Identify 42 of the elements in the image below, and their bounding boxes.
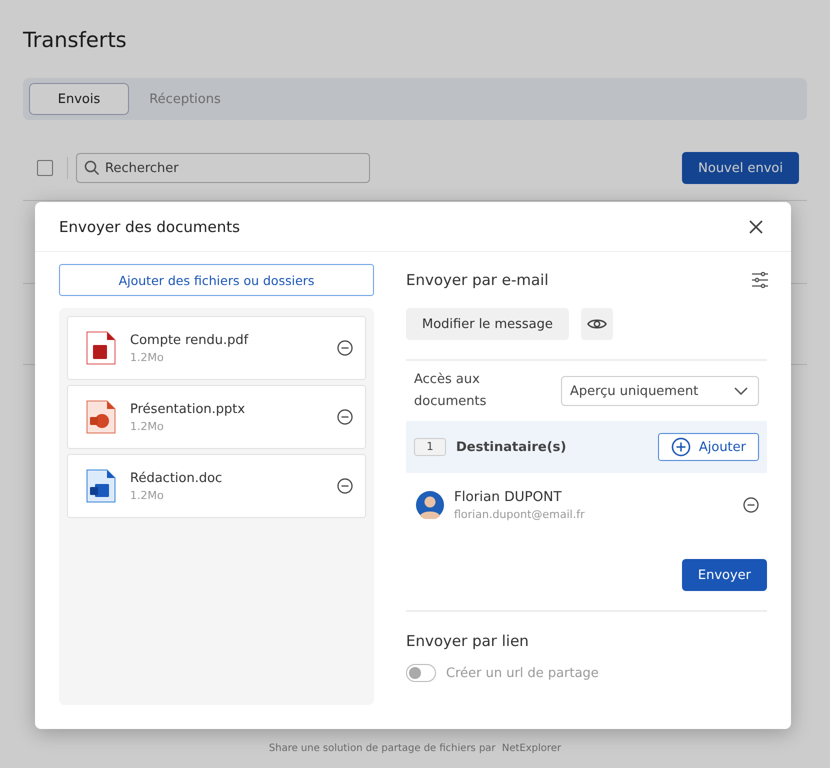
eye-icon xyxy=(586,317,607,331)
edit-message-button[interactable]: Modifier le message xyxy=(406,308,569,340)
page-title: Transferts xyxy=(23,28,128,52)
file-size: 1.2Mo xyxy=(130,420,165,432)
search-icon xyxy=(84,160,100,176)
file-icon xyxy=(86,400,116,434)
preview-button[interactable] xyxy=(580,308,613,340)
recipients-label: Destinataire(s) xyxy=(456,440,568,454)
add-recipient-button[interactable]: Ajouter xyxy=(658,433,759,461)
toggle-label: Créer un url de partage xyxy=(446,666,599,680)
settings-icon[interactable] xyxy=(751,272,769,288)
recipient-email: florian.dupont@email.fr xyxy=(454,508,586,521)
search-field[interactable]: Rechercher xyxy=(76,153,370,183)
dialog-title: Envoyer des documents xyxy=(59,218,240,236)
recipient-count: 1 xyxy=(414,438,446,456)
tab[interactable]: Envois xyxy=(29,83,129,115)
remove-icon[interactable] xyxy=(743,497,759,513)
file-name: Présentation.pptx xyxy=(130,402,246,416)
section-title: Envoyer par lien xyxy=(406,632,530,650)
plus-icon xyxy=(670,437,691,457)
checkbox[interactable] xyxy=(37,160,53,176)
recipient-name: Florian DUPONT xyxy=(454,489,563,505)
file-icon xyxy=(86,469,116,503)
file-size: 1.2Mo xyxy=(130,350,165,364)
section-title: Envoyer par e-mail xyxy=(406,271,549,289)
access-dropdown[interactable]: Aperçu uniquement xyxy=(561,376,759,406)
footer-text: Share une solution de partage de fichiers par NetExplorer xyxy=(268,743,562,754)
close-icon[interactable] xyxy=(749,220,763,234)
toggle-switch[interactable] xyxy=(406,664,436,682)
file-icon xyxy=(86,331,116,365)
send-button[interactable]: Envoyer xyxy=(682,559,767,591)
file-size: 1.2Mo xyxy=(130,488,165,502)
avatar-icon xyxy=(416,491,444,519)
access-label: Accès aux documents xyxy=(414,371,488,411)
remove-icon[interactable] xyxy=(337,409,353,425)
file-name: Rédaction.doc xyxy=(130,470,224,486)
new-send-button[interactable]: Nouvel envoi xyxy=(682,152,799,184)
file-name: Compte rendu.pdf xyxy=(130,332,250,348)
chevron-down-icon xyxy=(734,387,748,395)
remove-icon[interactable] xyxy=(337,478,353,494)
add-files-button[interactable]: Ajouter des fichiers ou dossiers xyxy=(59,264,374,296)
remove-icon[interactable] xyxy=(337,340,353,356)
